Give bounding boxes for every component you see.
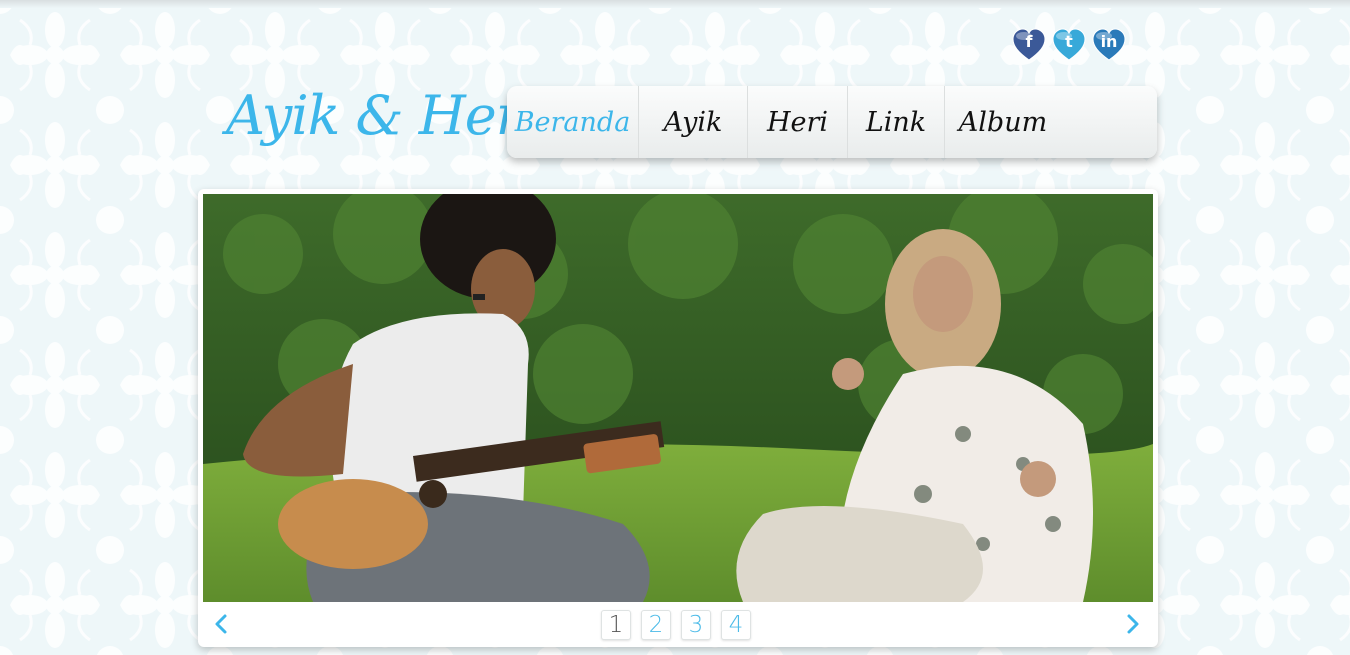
nav-item-link[interactable]: Link: [848, 86, 945, 158]
twitter-glyph: t: [1065, 32, 1073, 51]
main-nav: Beranda Ayik Heri Link Album: [507, 86, 1157, 158]
nav-item-heri[interactable]: Heri: [748, 86, 848, 158]
image-slider: 1234: [198, 189, 1158, 647]
nav-item-beranda[interactable]: Beranda: [507, 86, 639, 158]
chevron-right-icon[interactable]: [1120, 612, 1144, 636]
page-button-4[interactable]: 4: [721, 610, 751, 640]
page-button-2[interactable]: 2: [641, 610, 671, 640]
page-button-1[interactable]: 1: [601, 610, 631, 640]
chevron-left-icon[interactable]: [210, 612, 234, 636]
social-links: f t in: [1012, 28, 1126, 62]
linkedin-glyph: in: [1100, 32, 1118, 51]
twitter-heart-icon[interactable]: t: [1052, 28, 1086, 62]
page-button-3[interactable]: 3: [681, 610, 711, 640]
facebook-glyph: f: [1025, 32, 1033, 51]
slider-controls: 1234: [198, 602, 1158, 647]
linkedin-heart-icon[interactable]: in: [1092, 28, 1126, 62]
nav-item-album[interactable]: Album: [945, 86, 1061, 158]
slide-photo: [203, 194, 1153, 602]
facebook-heart-icon[interactable]: f: [1012, 28, 1046, 62]
nav-item-ayik[interactable]: Ayik: [639, 86, 748, 158]
site-logo[interactable]: Ayik & Heri: [226, 84, 538, 147]
top-shadow-bar: [0, 0, 1350, 8]
slider-pagination: 1234: [601, 610, 751, 640]
